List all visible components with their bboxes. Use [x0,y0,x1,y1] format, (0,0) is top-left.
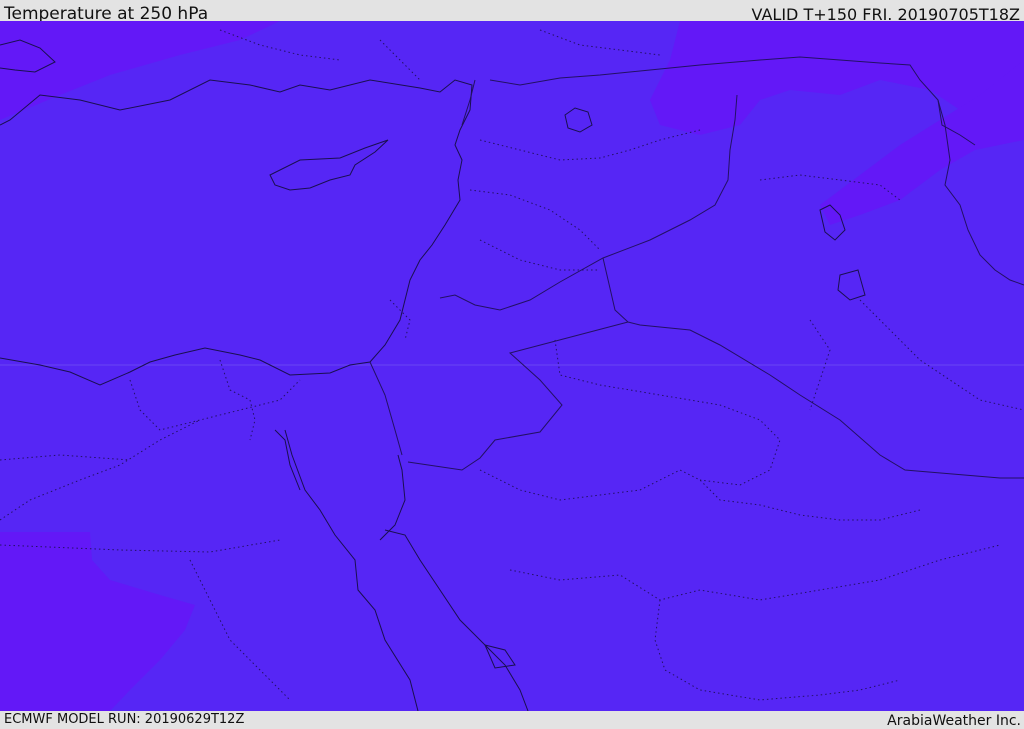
model-run-label: ECMWF MODEL RUN: 20190629T12Z [4,712,245,727]
weather-map-page: Temperature at 250 hPa VALID T+150 FRI. … [0,0,1024,729]
map-canvas[interactable] [0,21,1024,711]
map-area[interactable] [0,21,1024,711]
header-bar: Temperature at 250 hPa VALID T+150 FRI. … [0,0,1024,24]
credit-label: ArabiaWeather Inc. [887,713,1021,729]
